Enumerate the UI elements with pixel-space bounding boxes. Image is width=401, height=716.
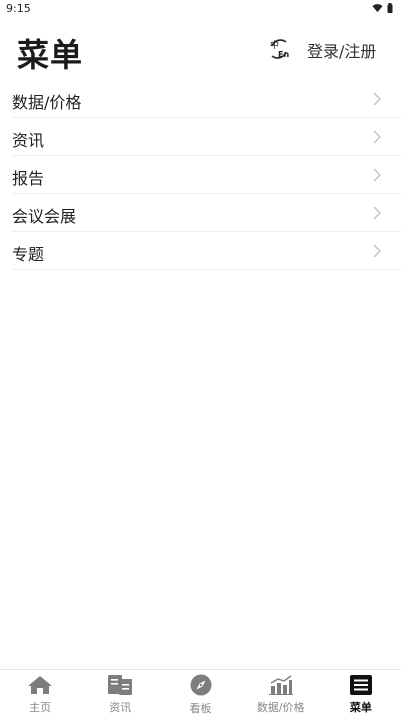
tab-label: 数据/价格 <box>256 701 305 714</box>
chevron-right-icon <box>373 92 381 106</box>
tab-menu[interactable]: 菜单 <box>321 670 401 715</box>
header: 菜单 中 En 登录/注册 <box>0 22 401 78</box>
status-bar: 9:15 <box>0 0 401 18</box>
tab-home[interactable]: 主页 <box>0 670 80 715</box>
tab-label: 菜单 <box>349 701 372 714</box>
wifi-icon <box>372 4 383 13</box>
chevron-right-icon <box>373 244 381 258</box>
news-icon <box>108 674 133 695</box>
menu-item-label: 专题 <box>12 245 45 264</box>
login-register-link[interactable]: 登录/注册 <box>307 38 376 62</box>
tab-news[interactable]: 资讯 <box>80 670 160 715</box>
home-icon <box>28 675 53 694</box>
page-title: 菜单 <box>17 36 84 74</box>
menu-list: 数据/价格 资讯 报告 会议会展 专题 <box>12 80 401 270</box>
menu-item-data-price[interactable]: 数据/价格 <box>12 80 401 118</box>
menu-item-reports[interactable]: 报告 <box>12 156 401 194</box>
menu-item-label: 资讯 <box>12 131 45 150</box>
menu-item-topics[interactable]: 专题 <box>12 232 401 270</box>
chevron-right-icon <box>373 206 381 220</box>
chevron-right-icon <box>373 168 381 182</box>
status-time: 9:15 <box>6 2 31 15</box>
menu-item-label: 报告 <box>12 169 45 188</box>
menu-item-label: 会议会展 <box>12 207 77 226</box>
battery-icon <box>387 3 393 13</box>
language-switch-icon: 中 En <box>270 39 289 59</box>
tab-label: 主页 <box>29 701 52 714</box>
chevron-right-icon <box>373 130 381 144</box>
menu-item-news[interactable]: 资讯 <box>12 118 401 156</box>
status-icons <box>372 3 393 13</box>
menu-item-conferences[interactable]: 会议会展 <box>12 194 401 232</box>
tab-label: 资讯 <box>109 701 132 714</box>
tab-dashboard[interactable]: 看板 <box>160 670 240 715</box>
bottom-tab-bar: 主页 资讯 看板 数据/价格 菜单 <box>0 669 401 715</box>
menu-icon <box>349 674 372 695</box>
menu-item-label: 数据/价格 <box>12 93 82 112</box>
bar-chart-icon <box>268 674 293 695</box>
language-switch-button[interactable]: 中 En <box>264 34 294 64</box>
svg-text:En: En <box>278 50 289 59</box>
compass-icon <box>190 674 211 696</box>
tab-data-price[interactable]: 数据/价格 <box>241 670 321 715</box>
